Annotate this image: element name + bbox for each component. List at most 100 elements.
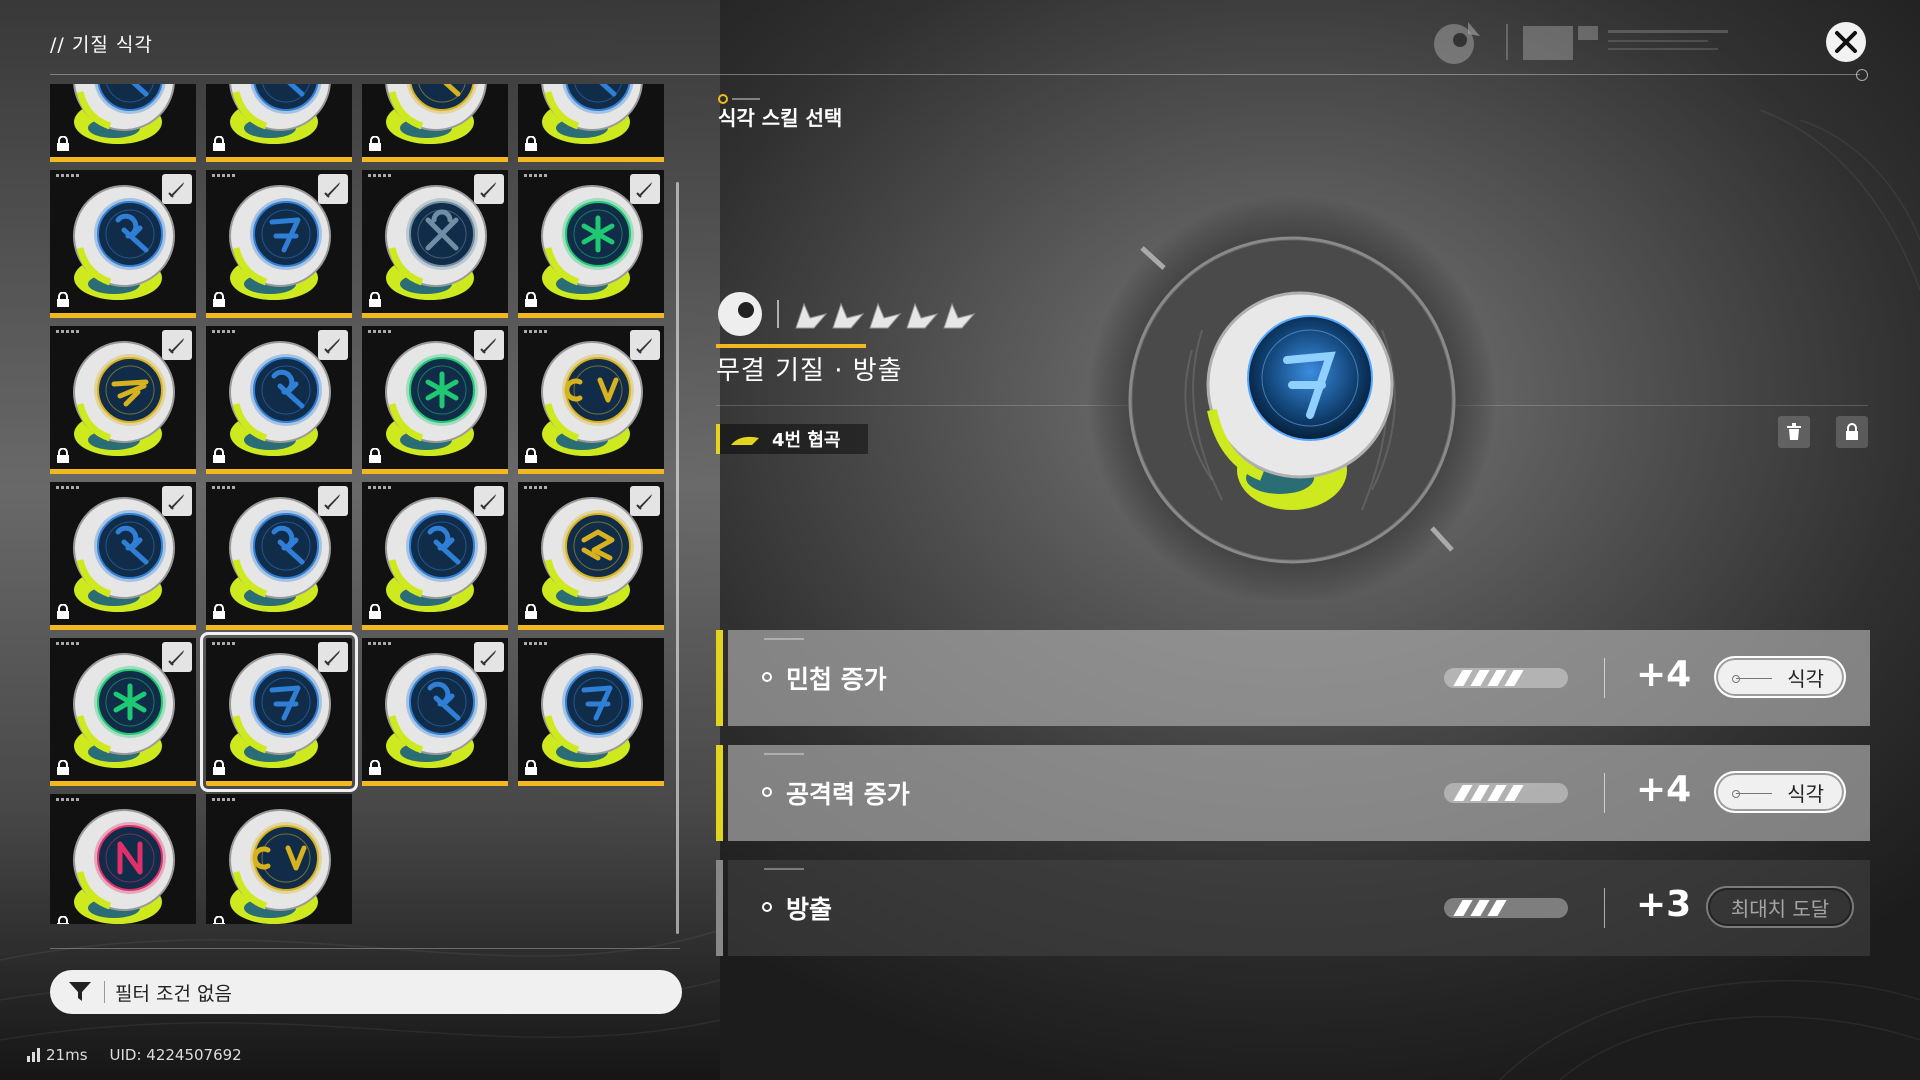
- row-decoration: [764, 638, 804, 640]
- sword-icon: [480, 650, 496, 666]
- grid-scrollbar[interactable]: [676, 182, 679, 934]
- lock-icon: [369, 604, 381, 619]
- card-rarity-dots: [368, 330, 392, 333]
- skill-level-bar: [1444, 898, 1568, 918]
- equipped-badge: [630, 174, 660, 204]
- stone-card[interactable]: [206, 482, 352, 630]
- stone-card[interactable]: [518, 170, 664, 318]
- lock-icon: [213, 448, 225, 463]
- level-pip: [1470, 785, 1490, 801]
- lock-icon: [57, 760, 69, 775]
- stone-card[interactable]: [50, 170, 196, 318]
- sword-icon: [480, 494, 496, 510]
- rank-star: [943, 302, 976, 329]
- card-rarity-dots: [524, 486, 548, 489]
- discard-button[interactable]: [1778, 416, 1810, 448]
- stone-orb-icon: [541, 653, 643, 768]
- equipped-badge: [318, 642, 348, 672]
- stone-card[interactable]: [50, 482, 196, 630]
- level-pip: [1453, 900, 1473, 916]
- card-rarity-dots: [212, 798, 236, 801]
- stone-card[interactable]: [50, 326, 196, 474]
- stone-preview: [1087, 195, 1497, 600]
- uid-text: UID: 4224507692: [109, 1046, 242, 1064]
- card-rarity-dots: [212, 174, 236, 177]
- stone-card[interactable]: [50, 794, 196, 924]
- card-rarity-dots: [56, 174, 80, 177]
- stone-card[interactable]: [518, 84, 664, 162]
- grid-divider: [50, 948, 680, 949]
- card-rarity-dots: [368, 174, 392, 177]
- lock-icon: [525, 604, 537, 619]
- sword-icon: [168, 650, 184, 666]
- stone-card[interactable]: [362, 170, 508, 318]
- stone-card[interactable]: [200, 632, 358, 792]
- card-rarity-dots: [368, 642, 392, 645]
- ping-indicator: 21ms: [26, 1046, 88, 1064]
- skill-value: +4: [1636, 769, 1692, 810]
- equipped-badge: [162, 486, 192, 516]
- close-button[interactable]: [1826, 22, 1866, 62]
- lock-toggle-button[interactable]: [1836, 416, 1868, 448]
- lock-icon: [213, 604, 225, 619]
- stone-card[interactable]: [518, 326, 664, 474]
- stone-grid[interactable]: [50, 84, 670, 924]
- skill-value: +3: [1636, 884, 1692, 925]
- equipped-badge: [474, 174, 504, 204]
- stone-card[interactable]: [362, 638, 508, 786]
- rank-star: [906, 302, 939, 329]
- stone-orb-icon: [541, 84, 643, 144]
- close-icon: [1835, 31, 1857, 53]
- logo: [1434, 22, 1728, 64]
- page-title: // 기질 식각: [50, 34, 153, 56]
- stone-card[interactable]: [50, 84, 196, 162]
- stone-card[interactable]: [362, 482, 508, 630]
- card-rarity-dots: [212, 642, 236, 645]
- filter-separator: [104, 981, 105, 1003]
- level-pip: [1504, 670, 1524, 686]
- card-rarity-dots: [212, 486, 236, 489]
- engrave-button[interactable]: 식각: [1714, 656, 1846, 698]
- lock-icon: [57, 292, 69, 307]
- stone-rank: [716, 290, 986, 342]
- skill-label: 민첩 증가: [786, 665, 887, 694]
- stone-card[interactable]: [362, 326, 508, 474]
- stone-orb-icon: [229, 809, 331, 924]
- stone-orb-icon: [73, 84, 175, 144]
- row-separator: [1604, 888, 1605, 928]
- stone-card[interactable]: [206, 170, 352, 318]
- rank-star: [869, 302, 902, 329]
- sword-icon: [168, 494, 184, 510]
- sword-icon: [168, 338, 184, 354]
- rank-stars-icon: [718, 292, 976, 336]
- stone-card[interactable]: [206, 84, 352, 162]
- stone-card[interactable]: [206, 794, 352, 924]
- stone-card[interactable]: [518, 638, 664, 786]
- skill-row-accent: [716, 630, 723, 726]
- skill-label: 공격력 증가: [786, 780, 910, 809]
- stone-card[interactable]: [362, 84, 508, 162]
- filter-bar[interactable]: 필터 조건 없음: [50, 970, 682, 1014]
- signal-icon: [27, 1048, 40, 1062]
- rank-star: [832, 302, 865, 329]
- lock-icon: [1846, 423, 1858, 440]
- equipped-badge: [318, 174, 348, 204]
- trash-icon: [1787, 423, 1801, 440]
- stone-card[interactable]: [50, 638, 196, 786]
- lock-icon: [369, 292, 381, 307]
- card-rarity-dots: [524, 642, 548, 645]
- location-tag-label: 4번 협곡: [772, 430, 841, 451]
- location-tag: 4번 협곡: [716, 424, 868, 454]
- sword-icon: [168, 182, 184, 198]
- lock-icon: [57, 136, 69, 151]
- card-rarity-dots: [212, 330, 236, 333]
- stone-card[interactable]: [518, 482, 664, 630]
- stone-card[interactable]: [206, 326, 352, 474]
- name-underline: [716, 344, 866, 348]
- equipped-badge: [318, 486, 348, 516]
- status-bar: 21ms UID: 4224507692: [26, 1046, 242, 1064]
- engrave-button[interactable]: 식각: [1714, 771, 1846, 813]
- rank-star: [795, 302, 828, 329]
- lock-icon: [525, 448, 537, 463]
- skill-row-body: 방출 +3 최대치 도달: [728, 860, 1870, 956]
